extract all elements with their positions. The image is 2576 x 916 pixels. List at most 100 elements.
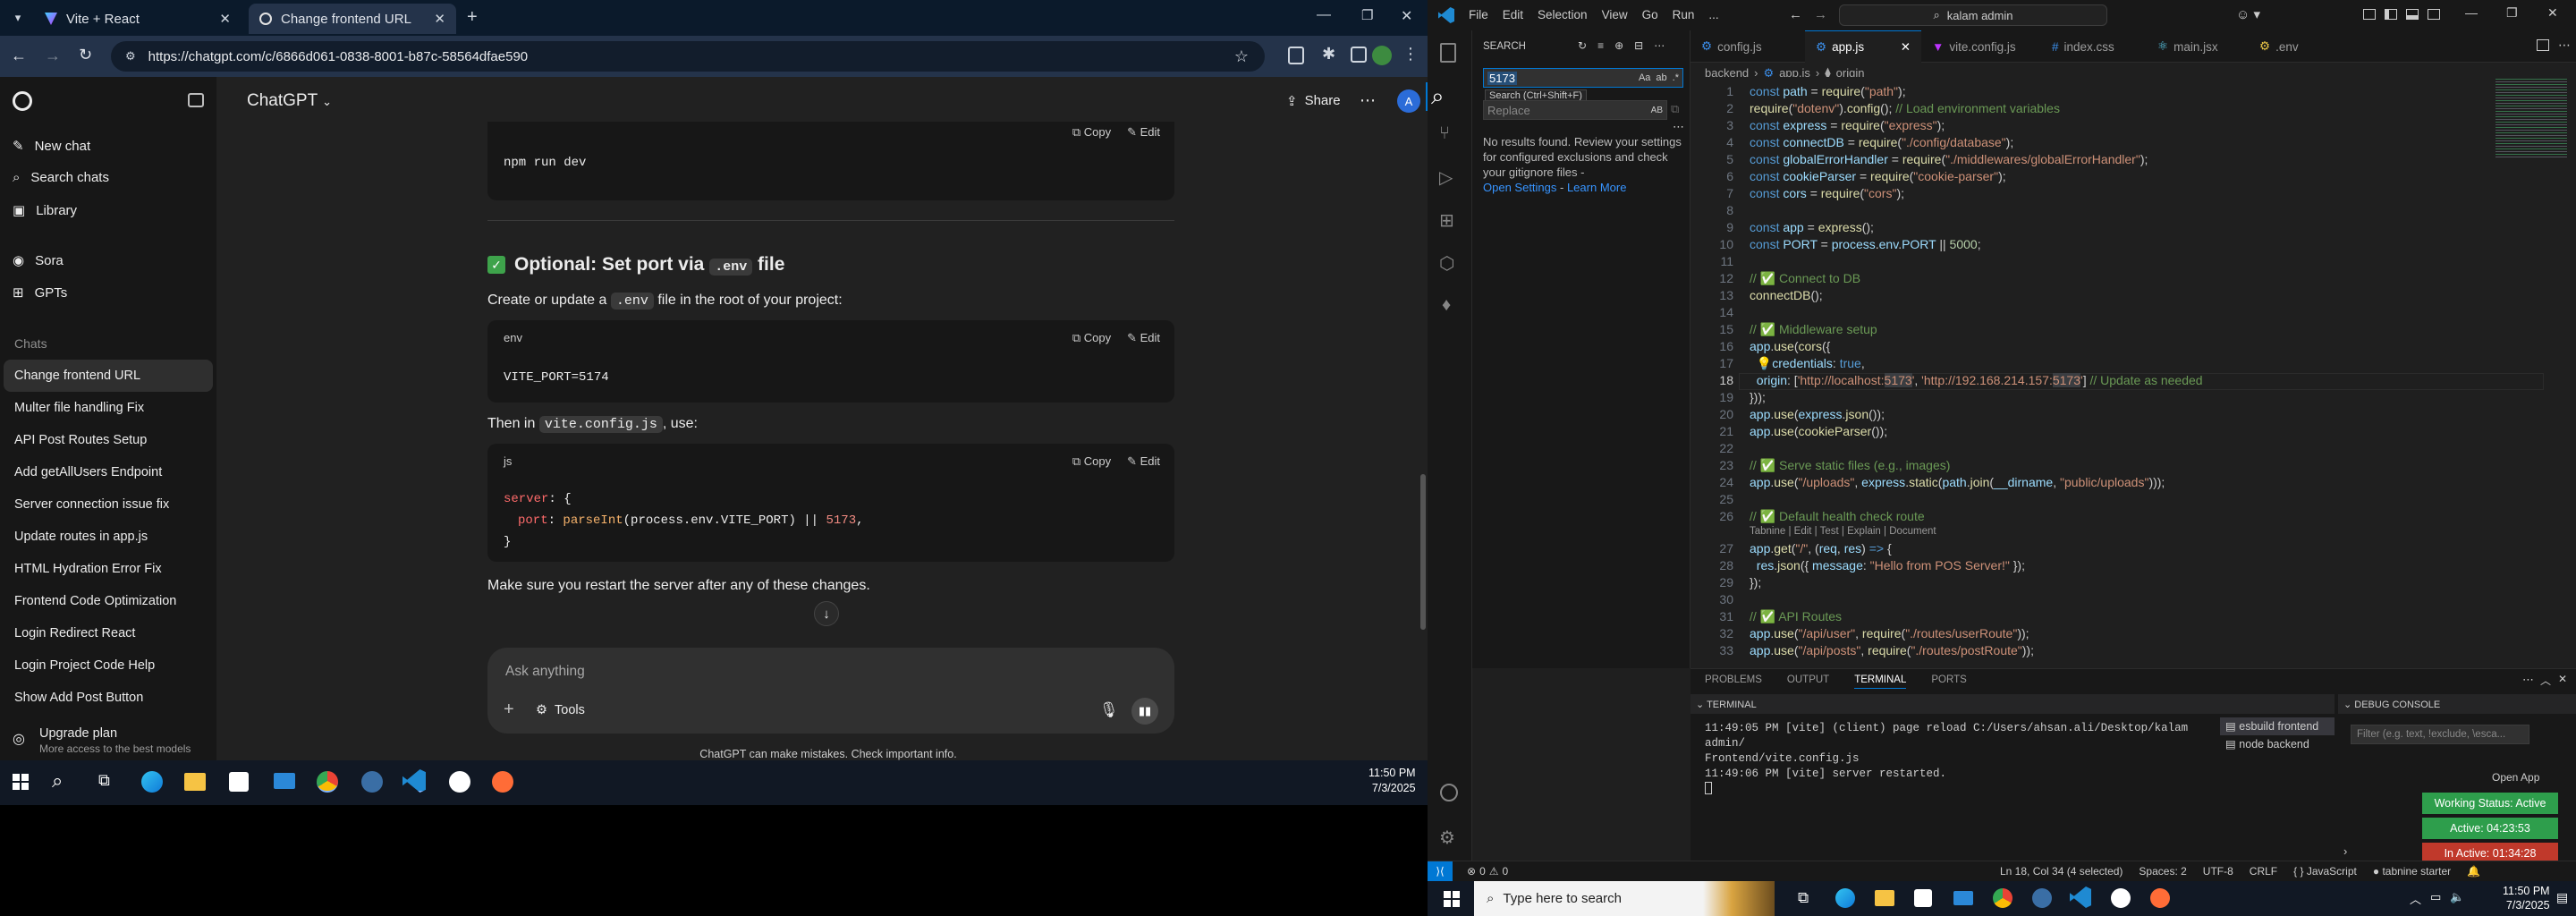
search-icon[interactable]: ⌕: [1426, 82, 1445, 111]
bookmark-star-icon[interactable]: ☆: [1234, 47, 1249, 66]
docker-icon[interactable]: ⬡: [1439, 252, 1454, 275]
close-tab-icon[interactable]: ✕: [1901, 40, 1911, 55]
tab-env[interactable]: ⚙ .env: [2249, 30, 2329, 63]
reload-icon[interactable]: ↻: [79, 46, 92, 64]
maximize-window-icon[interactable]: ❐: [1361, 7, 1373, 23]
edit-button[interactable]: ✎ Edit: [1127, 331, 1160, 345]
back-icon[interactable]: ←: [11, 47, 27, 65]
add-attachment-icon[interactable]: +: [504, 700, 514, 720]
upgrade-plan-button[interactable]: ◎ Upgrade plan More access to the best m…: [13, 726, 209, 757]
more-actions-icon[interactable]: ⋯: [2558, 38, 2571, 53]
edit-button[interactable]: ✎ Edit: [1127, 454, 1160, 469]
postman-icon[interactable]: [492, 771, 513, 793]
sidebar-panel-icon[interactable]: [1351, 47, 1367, 63]
minimize-window-icon[interactable]: —: [2465, 5, 2478, 20]
chat-item[interactable]: Show Add Post Button: [14, 691, 143, 705]
edge-icon[interactable]: [1835, 888, 1855, 908]
prompt-input[interactable]: Ask anything: [505, 664, 585, 680]
search-icon[interactable]: ⌕: [52, 769, 63, 793]
mongodb-icon[interactable]: ♦: [1442, 295, 1451, 316]
task-view-icon[interactable]: ⧉: [98, 771, 110, 790]
vscode-icon[interactable]: [2070, 886, 2091, 908]
tab-terminal[interactable]: TERMINAL: [1854, 674, 1907, 689]
line-ending[interactable]: CRLF: [2250, 865, 2277, 878]
close-window-icon[interactable]: ✕: [1401, 7, 1412, 25]
notifications-icon[interactable]: 🔔: [2467, 865, 2480, 878]
task-view-icon[interactable]: ⧉: [1798, 889, 1809, 907]
menu-more[interactable]: ...: [1708, 8, 1718, 21]
extension-icon[interactable]: [1288, 47, 1304, 64]
mail-icon[interactable]: [1953, 891, 1973, 905]
extensions-icon[interactable]: ⊞: [1439, 209, 1454, 232]
library-button[interactable]: ▣ Library: [13, 202, 77, 219]
chat-item[interactable]: Update routes in app.js: [14, 530, 148, 544]
tab-output[interactable]: OUTPUT: [1787, 674, 1829, 689]
close-tab-icon[interactable]: ✕: [219, 11, 231, 27]
problems-indicator[interactable]: ⊗ 0 ⚠ 0: [1467, 865, 1508, 878]
profile-avatar[interactable]: [1372, 46, 1392, 65]
cursor-position[interactable]: Ln 18, Col 34 (4 selected): [2000, 865, 2123, 878]
codelens[interactable]: Tabnine | Edit | Test | Explain | Docume…: [1750, 526, 1936, 537]
main-scrollbar-thumb[interactable]: [1420, 474, 1426, 630]
clock[interactable]: 11:50 PM 7/3/2025: [1368, 766, 1416, 796]
chat-item[interactable]: API Post Routes Setup: [14, 433, 147, 447]
open-app-button[interactable]: Open App: [2492, 771, 2539, 784]
browser-tab-vite[interactable]: Vite + React ✕: [34, 4, 242, 34]
store-icon[interactable]: [1914, 889, 1932, 907]
edge-icon[interactable]: [141, 771, 163, 793]
command-center[interactable]: ⌕ kalam admin: [1839, 4, 2107, 26]
chat-item[interactable]: Login Project Code Help: [14, 658, 155, 673]
chrome-icon[interactable]: [317, 771, 338, 793]
new-chat-button[interactable]: ✎ New chat: [13, 138, 90, 155]
tab-vite-config-js[interactable]: ▼ vite.config.js: [1921, 30, 2041, 63]
gpts-button[interactable]: ⊞ GPTs: [13, 284, 67, 301]
match-word-icon[interactable]: ab: [1656, 72, 1666, 83]
split-editor-icon[interactable]: [2537, 39, 2549, 51]
menu-file[interactable]: File: [1469, 8, 1488, 21]
app-icon[interactable]: [361, 771, 383, 793]
close-window-icon[interactable]: ✕: [2547, 5, 2558, 21]
sora-button[interactable]: ◉ Sora: [13, 252, 64, 269]
microphone-icon[interactable]: 🎙: [1099, 701, 1119, 719]
menu-edit[interactable]: Edit: [1503, 8, 1523, 21]
indentation[interactable]: Spaces: 2: [2139, 865, 2186, 878]
forward-icon[interactable]: →: [45, 47, 61, 65]
postman-icon[interactable]: [2150, 888, 2170, 908]
copy-button[interactable]: ⧉ Copy: [1072, 125, 1111, 140]
app-icon[interactable]: [449, 771, 470, 793]
user-avatar[interactable]: A: [1397, 89, 1420, 113]
chat-item[interactable]: HTML Hydration Error Fix: [14, 562, 162, 576]
copy-button[interactable]: ⧉ Copy: [1072, 454, 1111, 469]
settings-gear-icon[interactable]: ⚙: [1439, 827, 1455, 849]
run-debug-icon[interactable]: ▷: [1439, 166, 1453, 189]
maximize-panel-icon[interactable]: ︿: [2540, 673, 2551, 688]
toggle-panel-icon[interactable]: [2406, 9, 2419, 20]
voice-mode-button[interactable]: ▮▮: [1131, 698, 1158, 725]
edit-button[interactable]: ✎ Edit: [1127, 125, 1160, 140]
chrome-icon[interactable]: [1993, 888, 2012, 908]
system-tray[interactable]: ︿ ▭ 🔈: [2410, 890, 2465, 907]
windows-start-icon[interactable]: [1444, 891, 1460, 907]
more-icon[interactable]: ⋯: [1654, 39, 1665, 52]
code-editor[interactable]: 1 const path = require("path"); 2 require(…: [1690, 77, 2576, 668]
chat-item[interactable]: Frontend Code Optimization: [14, 594, 176, 608]
tabnine-status[interactable]: ● tabnine starter: [2373, 865, 2451, 878]
nav-forward-icon[interactable]: →: [1814, 7, 1827, 22]
refresh-icon[interactable]: ↻: [1578, 39, 1587, 52]
menu-selection[interactable]: Selection: [1538, 8, 1588, 21]
toggle-sidebar-icon[interactable]: [2385, 9, 2397, 20]
toggle-secondary-sidebar-icon[interactable]: [2428, 9, 2440, 20]
encoding[interactable]: UTF-8: [2203, 865, 2233, 878]
terminal-output[interactable]: 11:49:05 PM [vite] (client) page reload …: [1705, 721, 2206, 794]
browser-tab-chatgpt[interactable]: Change frontend URL ✕: [249, 4, 456, 34]
tab-main-jsx[interactable]: ⚛ main.jsx: [2147, 30, 2249, 63]
maximize-window-icon[interactable]: ❐: [2506, 5, 2518, 21]
close-sidebar-icon[interactable]: [188, 93, 204, 107]
file-explorer-icon[interactable]: [184, 773, 206, 791]
minimize-window-icon[interactable]: —: [1317, 7, 1331, 23]
toggle-details-icon[interactable]: ⋯: [1673, 120, 1684, 134]
collapse-all-icon[interactable]: ⊟: [1634, 39, 1643, 52]
debug-filter-input[interactable]: Filter (e.g. text, !exclude, \esca...: [2351, 725, 2529, 744]
menu-view[interactable]: View: [1602, 8, 1628, 21]
source-control-icon[interactable]: ⑂: [1439, 123, 1450, 144]
